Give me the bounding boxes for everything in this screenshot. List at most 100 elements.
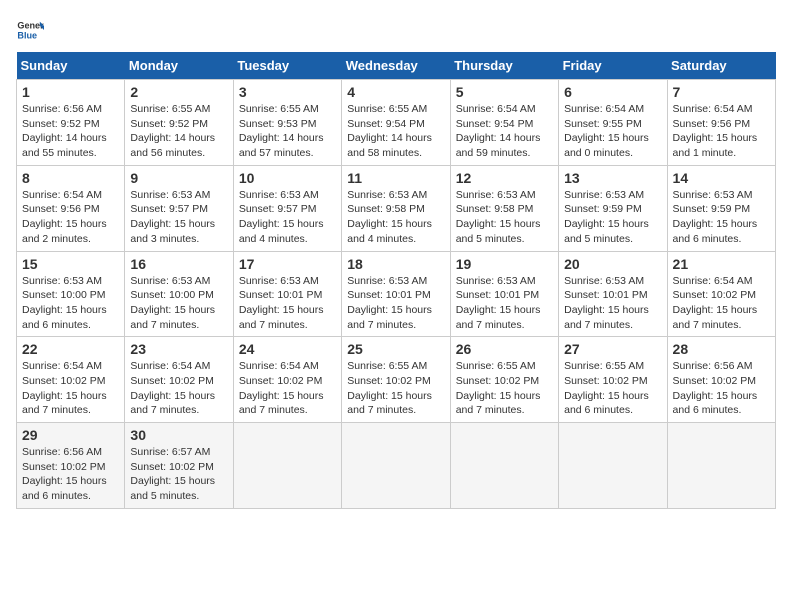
week-row-3: 22 Sunrise: 6:54 AMSunset: 10:02 PMDaylig… (17, 337, 776, 423)
day-number: 24 (239, 341, 336, 357)
day-info: Sunrise: 6:57 AMSunset: 10:02 PMDaylight… (130, 445, 227, 504)
day-cell: 19 Sunrise: 6:53 AMSunset: 10:01 PMDaylig… (450, 251, 558, 337)
calendar-table: SundayMondayTuesdayWednesdayThursdayFrid… (16, 52, 776, 509)
day-info: Sunrise: 6:56 AMSunset: 10:02 PMDaylight… (673, 359, 770, 418)
logo-icon: General Blue (16, 16, 44, 44)
day-cell (233, 423, 341, 509)
day-number: 26 (456, 341, 553, 357)
day-cell: 4 Sunrise: 6:55 AMSunset: 9:54 PMDaylight… (342, 80, 450, 166)
day-number: 28 (673, 341, 770, 357)
day-cell (559, 423, 667, 509)
day-number: 19 (456, 256, 553, 272)
day-cell: 15 Sunrise: 6:53 AMSunset: 10:00 PMDaylig… (17, 251, 125, 337)
day-info: Sunrise: 6:53 AMSunset: 9:57 PMDaylight:… (239, 188, 336, 247)
day-number: 8 (22, 170, 119, 186)
day-number: 30 (130, 427, 227, 443)
day-number: 25 (347, 341, 444, 357)
header: General Blue (16, 16, 776, 44)
day-cell: 29 Sunrise: 6:56 AMSunset: 10:02 PMDaylig… (17, 423, 125, 509)
day-number: 21 (673, 256, 770, 272)
day-number: 10 (239, 170, 336, 186)
day-info: Sunrise: 6:53 AMSunset: 10:01 PMDaylight… (239, 274, 336, 333)
day-cell: 13Sunrise: 6:53 AMSunset: 9:59 PMDayligh… (559, 165, 667, 251)
col-header-saturday: Saturday (667, 52, 775, 80)
day-info: Sunrise: 6:53 AMSunset: 9:59 PMDaylight:… (673, 188, 770, 247)
day-number: 11 (347, 170, 444, 186)
day-info: Sunrise: 6:55 AMSunset: 9:52 PMDaylight:… (130, 102, 227, 161)
day-cell: 12Sunrise: 6:53 AMSunset: 9:58 PMDayligh… (450, 165, 558, 251)
day-info: Sunrise: 6:55 AMSunset: 9:53 PMDaylight:… (239, 102, 336, 161)
day-cell: 14 Sunrise: 6:53 AMSunset: 9:59 PMDayligh… (667, 165, 775, 251)
day-cell: 25 Sunrise: 6:55 AMSunset: 10:02 PMDaylig… (342, 337, 450, 423)
day-info: Sunrise: 6:53 AMSunset: 10:00 PMDaylight… (130, 274, 227, 333)
day-info: Sunrise: 6:54 AMSunset: 10:02 PMDaylight… (130, 359, 227, 418)
day-info: Sunrise: 6:54 AMSunset: 10:02 PMDaylight… (22, 359, 119, 418)
day-info: Sunrise: 6:53 AMSunset: 10:00 PMDaylight… (22, 274, 119, 333)
day-info: Sunrise: 6:54 AMSunset: 9:54 PMDaylight:… (456, 102, 553, 161)
day-number: 14 (673, 170, 770, 186)
day-number: 5 (456, 84, 553, 100)
day-cell: 28 Sunrise: 6:56 AMSunset: 10:02 PMDaylig… (667, 337, 775, 423)
day-cell: 17 Sunrise: 6:53 AMSunset: 10:01 PMDaylig… (233, 251, 341, 337)
day-cell: 16 Sunrise: 6:53 AMSunset: 10:00 PMDaylig… (125, 251, 233, 337)
week-row-1: 8 Sunrise: 6:54 AMSunset: 9:56 PMDaylight… (17, 165, 776, 251)
day-cell: 11 Sunrise: 6:53 AMSunset: 9:58 PMDayligh… (342, 165, 450, 251)
col-header-tuesday: Tuesday (233, 52, 341, 80)
day-cell: 5 Sunrise: 6:54 AMSunset: 9:54 PMDaylight… (450, 80, 558, 166)
week-row-0: 1Sunrise: 6:56 AMSunset: 9:52 PMDaylight… (17, 80, 776, 166)
col-header-friday: Friday (559, 52, 667, 80)
day-number: 16 (130, 256, 227, 272)
col-header-monday: Monday (125, 52, 233, 80)
day-info: Sunrise: 6:53 AMSunset: 9:58 PMDaylight:… (456, 188, 553, 247)
day-info: Sunrise: 6:53 AMSunset: 10:01 PMDaylight… (456, 274, 553, 333)
day-cell (667, 423, 775, 509)
day-info: Sunrise: 6:55 AMSunset: 10:02 PMDaylight… (347, 359, 444, 418)
day-cell: 1Sunrise: 6:56 AMSunset: 9:52 PMDaylight… (17, 80, 125, 166)
day-info: Sunrise: 6:55 AMSunset: 9:54 PMDaylight:… (347, 102, 444, 161)
day-cell: 26Sunrise: 6:55 AMSunset: 10:02 PMDaylig… (450, 337, 558, 423)
day-info: Sunrise: 6:53 AMSunset: 9:59 PMDaylight:… (564, 188, 661, 247)
day-info: Sunrise: 6:54 AMSunset: 9:56 PMDaylight:… (22, 188, 119, 247)
col-header-thursday: Thursday (450, 52, 558, 80)
day-cell: 9 Sunrise: 6:53 AMSunset: 9:57 PMDaylight… (125, 165, 233, 251)
day-number: 3 (239, 84, 336, 100)
day-number: 7 (673, 84, 770, 100)
week-row-4: 29 Sunrise: 6:56 AMSunset: 10:02 PMDaylig… (17, 423, 776, 509)
day-number: 6 (564, 84, 661, 100)
header-row: SundayMondayTuesdayWednesdayThursdayFrid… (17, 52, 776, 80)
day-number: 27 (564, 341, 661, 357)
day-cell: 10 Sunrise: 6:53 AMSunset: 9:57 PMDayligh… (233, 165, 341, 251)
day-number: 9 (130, 170, 227, 186)
day-number: 2 (130, 84, 227, 100)
day-cell: 30 Sunrise: 6:57 AMSunset: 10:02 PMDaylig… (125, 423, 233, 509)
logo: General Blue (16, 16, 44, 44)
day-info: Sunrise: 6:56 AMSunset: 10:02 PMDaylight… (22, 445, 119, 504)
day-cell (450, 423, 558, 509)
day-number: 15 (22, 256, 119, 272)
day-number: 22 (22, 341, 119, 357)
day-number: 29 (22, 427, 119, 443)
day-info: Sunrise: 6:53 AMSunset: 10:01 PMDaylight… (564, 274, 661, 333)
day-cell: 8 Sunrise: 6:54 AMSunset: 9:56 PMDaylight… (17, 165, 125, 251)
svg-text:Blue: Blue (17, 30, 37, 40)
day-number: 23 (130, 341, 227, 357)
day-info: Sunrise: 6:53 AMSunset: 9:58 PMDaylight:… (347, 188, 444, 247)
day-cell: 20 Sunrise: 6:53 AMSunset: 10:01 PMDaylig… (559, 251, 667, 337)
day-cell: 18Sunrise: 6:53 AMSunset: 10:01 PMDaylig… (342, 251, 450, 337)
col-header-sunday: Sunday (17, 52, 125, 80)
day-info: Sunrise: 6:53 AMSunset: 9:57 PMDaylight:… (130, 188, 227, 247)
week-row-2: 15 Sunrise: 6:53 AMSunset: 10:00 PMDaylig… (17, 251, 776, 337)
day-cell: 6 Sunrise: 6:54 AMSunset: 9:55 PMDaylight… (559, 80, 667, 166)
day-cell (342, 423, 450, 509)
day-number: 1 (22, 84, 119, 100)
day-info: Sunrise: 6:54 AMSunset: 10:02 PMDaylight… (673, 274, 770, 333)
day-cell: 2 Sunrise: 6:55 AMSunset: 9:52 PMDaylight… (125, 80, 233, 166)
col-header-wednesday: Wednesday (342, 52, 450, 80)
day-number: 17 (239, 256, 336, 272)
day-cell: 22 Sunrise: 6:54 AMSunset: 10:02 PMDaylig… (17, 337, 125, 423)
day-cell: 21 Sunrise: 6:54 AMSunset: 10:02 PMDaylig… (667, 251, 775, 337)
day-number: 20 (564, 256, 661, 272)
day-number: 4 (347, 84, 444, 100)
day-info: Sunrise: 6:54 AMSunset: 9:55 PMDaylight:… (564, 102, 661, 161)
day-cell: 27Sunrise: 6:55 AMSunset: 10:02 PMDaylig… (559, 337, 667, 423)
